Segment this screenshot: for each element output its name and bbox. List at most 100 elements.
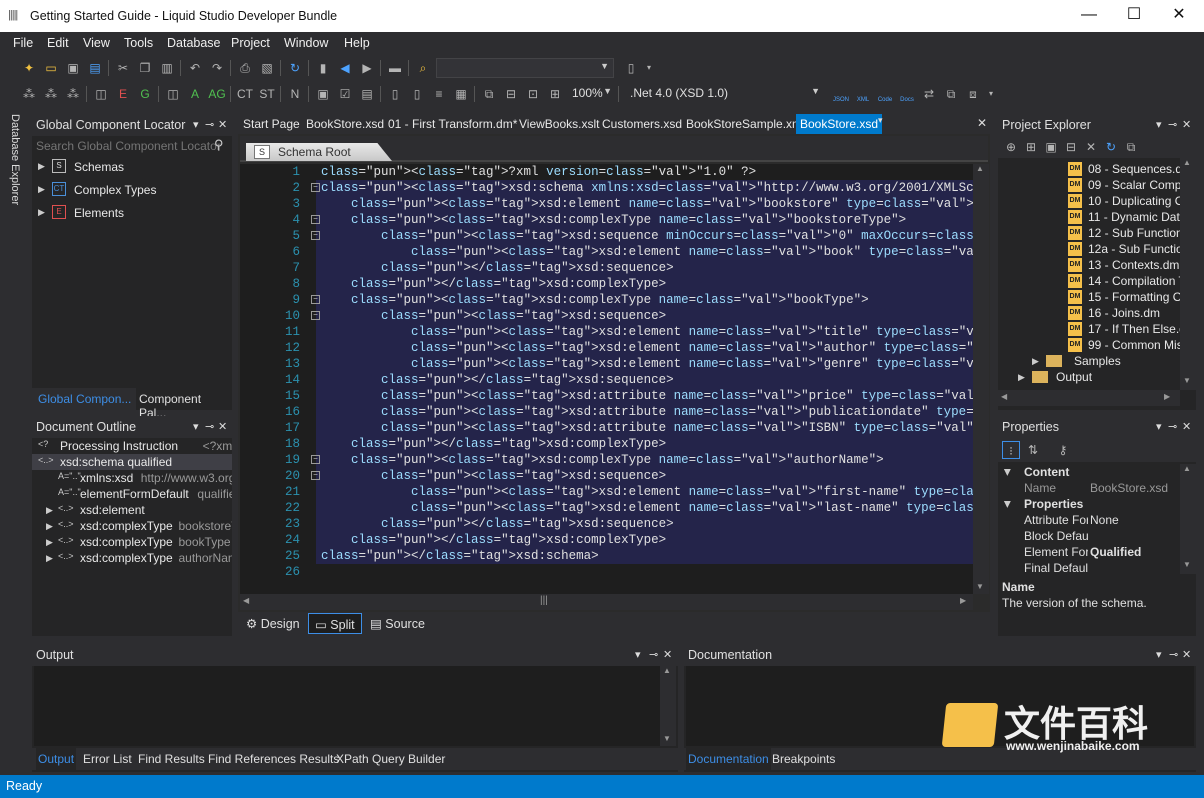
t9-icon[interactable]: ⇄ [920,85,938,103]
target-framework-combo[interactable]: .Net 4.0 (XSD 1.0) ▼ [624,84,824,104]
pin-icon[interactable]: ⊸ [1169,648,1178,661]
code-line[interactable]: 6 class="pun"><class="tag">xsd:element n… [240,244,973,260]
gen-json-button[interactable]: JSON [832,85,850,103]
gen-docs-button[interactable]: Docs [898,85,916,103]
gen-xml-button[interactable]: XML [854,85,872,103]
code-line[interactable]: 9 − class="pun"><class="tag">xsd:complexT… [240,292,973,308]
code-line[interactable]: 2 − class="pun"><class="tag">xsd:schema xm… [240,180,973,196]
find-in-files-icon[interactable]: ⌕ [414,59,432,77]
refresh-icon[interactable]: ↻ [1102,138,1120,156]
expand-icon[interactable]: ⊞ [546,85,564,103]
property-row[interactable]: Attribute FormNone [998,512,1196,528]
output-text-area[interactable] [34,666,660,746]
tree-icon[interactable]: ⊟ [1062,138,1080,156]
gcl-search-input[interactable] [32,136,232,156]
code-line[interactable]: 1 class="pun"><class="tag">?xml version=c… [240,164,973,180]
validate-icon[interactable]: ⁂ [20,85,38,103]
format-icon[interactable]: ⁂ [42,85,60,103]
vertical-scrollbar[interactable]: ▲ ▼ [973,164,989,594]
menu-help[interactable]: Help [344,36,370,50]
add-icon[interactable]: ⊕ [1002,138,1020,156]
paste-icon[interactable]: ▥ [158,59,176,77]
props-name-row[interactable]: Name BookStore.xsd [998,480,1196,496]
open-folder-icon[interactable]: ▭ [42,59,60,77]
horizontal-scrollbar[interactable]: ◀ ||| ▶ [240,594,973,610]
dropdown-icon[interactable]: ▾ [193,420,199,433]
pin-icon[interactable]: ▮ [314,59,332,77]
close-icon[interactable]: ✕ [1182,118,1191,131]
code-line[interactable]: 14 class="pun"></class="tag">xsd:sequenc… [240,372,973,388]
code-line[interactable]: 4 − class="pun"><class="tag">xsd:complexT… [240,212,973,228]
menu-edit[interactable]: Edit [47,36,69,50]
code-line[interactable]: 20 − class="pun"><class="tag">xsd:sequenc… [240,468,973,484]
outline-row[interactable]: A=".."xmlns:xsdhttp://www.w3.org/20 [32,470,232,486]
tab-viewbooks-xslt[interactable]: ViewBooks.xslt [519,117,599,131]
redo-icon[interactable]: ↷ [208,59,226,77]
code-line[interactable]: 19 − class="pun"><class="tag">xsd:complex… [240,452,973,468]
save-all-icon[interactable]: ▤ [86,59,104,77]
code-line[interactable]: 11 class="pun"><class="tag">xsd:element … [240,324,973,340]
property-row[interactable]: Final Default [998,560,1196,576]
fold-toggle-icon[interactable]: − [311,183,320,192]
tab-component-palette[interactable]: Component Pal... [136,388,232,420]
output-vscroll[interactable]: ▲ ▼ [660,666,676,746]
insert-a-icon[interactable]: A [186,85,204,103]
menu-project[interactable]: Project [231,36,270,50]
insert-any-icon[interactable]: ◫ [92,85,110,103]
gcl-item-schemas[interactable]: ▶ S Schemas [32,156,232,178]
cut-icon[interactable]: ✂ [114,59,132,77]
menu-file[interactable]: File [13,36,33,50]
fold-toggle-icon[interactable]: − [311,311,320,320]
add-folder-icon[interactable]: ⊞ [1022,138,1040,156]
fit-icon[interactable]: ⊡ [524,85,542,103]
fold-toggle-icon[interactable]: − [311,295,320,304]
code-line[interactable]: 5 − class="pun"><class="tag">xsd:sequence… [240,228,973,244]
tab-xpath-query-builder[interactable]: XPath Query Builder [336,752,445,766]
outline-row[interactable]: A=".."elementFormDefaultqualified [32,486,232,502]
refresh-icon[interactable]: ↻ [286,59,304,77]
pe-vscroll[interactable]: ▲ ▼ [1180,158,1196,390]
code-line[interactable]: 16 class="pun"><class="tag">xsd:attribut… [240,404,973,420]
code-line[interactable]: 8 class="pun"></class="tag">xsd:complexT… [240,276,973,292]
split-tab[interactable]: ▭ Split [308,613,362,634]
outline-row[interactable]: ▶ <..> xsd:complexType bookType [32,534,232,550]
pin-icon[interactable]: ⊸ [1168,118,1177,131]
insert-ct-icon[interactable]: CT [236,85,254,103]
t8-icon[interactable]: ⧉ [480,85,498,103]
property-row[interactable]: Block Default [998,528,1196,544]
delete-icon[interactable]: ✕ [1082,138,1100,156]
dropdown-icon[interactable]: ▾ [1156,118,1162,131]
menu-window[interactable]: Window [284,36,328,50]
pin-icon[interactable]: ⊸ [1168,420,1177,433]
props-cat-properties[interactable]: ▶ Properties [998,496,1196,512]
back-icon[interactable]: ◀ [336,59,354,77]
minimize-button[interactable]: — [1066,0,1112,32]
code-line[interactable]: 17 class="pun"><class="tag">xsd:attribut… [240,420,973,436]
save-icon[interactable]: ▣ [64,59,82,77]
property-pages-icon[interactable]: ⚷ [1054,441,1072,459]
design-tab[interactable]: ⚙ Design [240,613,306,634]
tab-global-components[interactable]: Global Compon... [38,392,131,406]
properties-icon[interactable]: ▣ [1042,138,1060,156]
fold-toggle-icon[interactable]: − [311,215,320,224]
outline-row[interactable]: ▶<..>xsd:complexTypebookstoreTyp [32,518,232,534]
code-line[interactable]: 10 − class="pun"><class="tag">xsd:sequenc… [240,308,973,324]
t7-icon[interactable]: ▦ [452,85,470,103]
layout-icon[interactable]: ▯ [622,59,640,77]
property-row[interactable]: Element FormQualified [998,544,1196,560]
code-editor[interactable]: 1 class="pun"><class="tag">?xml version=c… [240,164,973,594]
tab-bookstore-xsd[interactable]: BookStore.xsd [306,117,384,131]
t6-icon[interactable]: ≡ [430,85,448,103]
tab-output[interactable]: Output [36,748,77,770]
gcl-item-elements[interactable]: ▶ E Elements [32,202,232,224]
print-preview-icon[interactable]: ▧ [258,59,276,77]
t10-icon[interactable]: ⧉ [942,85,960,103]
pe-hscroll[interactable]: ◀ ▶ [998,390,1180,406]
menu-database[interactable]: Database [167,36,221,50]
insert-element-icon[interactable]: E [114,85,132,103]
overflow2-icon[interactable]: ▾ [982,85,1000,103]
close-icon[interactable]: ✕ [1182,420,1191,433]
search-icon[interactable]: ⚲ [214,137,224,153]
t5-icon[interactable]: ▯ [408,85,426,103]
pin-icon[interactable]: ⊸ [205,118,214,131]
